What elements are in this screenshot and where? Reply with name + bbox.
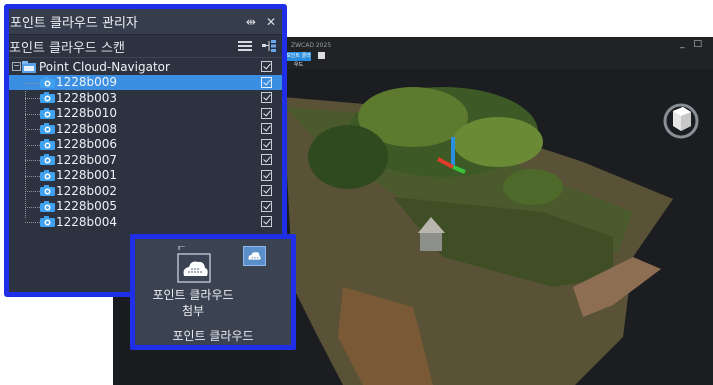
tree-item-label: 1228b008 (56, 121, 118, 136)
tree-item-checkbox[interactable] (261, 154, 272, 165)
point-cloud-ribbon-group: 포인트 클라우드 첨부 포인트 클라우드 (130, 234, 296, 350)
tree-item-checkbox[interactable] (261, 123, 272, 134)
tree-item-scan[interactable]: 1228b009 (9, 74, 282, 90)
pointcloud-small-icon[interactable] (243, 246, 266, 266)
folder-icon (22, 60, 36, 73)
attach-pointcloud-label: 포인트 클라우드 첨부 (141, 287, 245, 319)
tree-connector (25, 191, 40, 192)
scan-camera-icon (40, 200, 55, 212)
tree-item-checkbox[interactable] (261, 169, 272, 181)
panel-title: 포인트 클라우드 관리자 (10, 16, 138, 31)
tree-item-label: 1228b004 (56, 214, 118, 229)
tree-connector (25, 129, 40, 130)
scan-label: 포인트 클라우드 스캔 (9, 40, 125, 56)
tree-connector (25, 113, 40, 115)
tree-root-checkbox[interactable] (261, 61, 272, 72)
tree-item-label: 1228b006 (56, 137, 118, 152)
scan-camera-icon (40, 123, 55, 135)
tree-item-checkbox[interactable] (261, 216, 272, 227)
tree-item-scan[interactable]: 1228b002 (9, 183, 282, 199)
attach-pointcloud-icon[interactable] (173, 246, 217, 286)
scan-camera-icon (40, 76, 55, 88)
tree-item-scan[interactable]: 1228b008 (9, 121, 282, 137)
view-cube-icon[interactable] (661, 99, 701, 143)
tree-item-label: 1228b005 (56, 199, 118, 214)
scan-camera-icon (40, 107, 55, 119)
close-icon[interactable]: ✕ (266, 15, 276, 29)
tree-item-scan[interactable]: 1228b003 (9, 90, 282, 106)
tree-item-label: 1228b009 (56, 75, 118, 90)
tree-item-label: 1228b002 (56, 183, 118, 198)
tree-connector (25, 82, 40, 84)
tree-item-checkbox[interactable] (261, 185, 272, 196)
tree-item-scan[interactable]: 1228b004 (9, 214, 282, 230)
ribbon-group-label: 포인트 클라우드 (172, 329, 254, 343)
tree-connector (25, 160, 40, 161)
scan-camera-icon (40, 185, 55, 197)
tree-item-scan[interactable]: 1228b006 (9, 137, 282, 153)
tree-item-label: 1228b007 (56, 152, 118, 167)
scan-toolbar: 포인트 클라우드 스캔 (9, 35, 282, 58)
tree-connector (25, 206, 40, 208)
attach-label-line2: 첨부 (181, 304, 205, 318)
tree-item-checkbox[interactable] (261, 76, 272, 88)
scan-camera-icon (40, 92, 55, 104)
tree-connector (25, 98, 40, 99)
tree-root-label: Point Cloud-Navigator (39, 59, 170, 74)
panel-header: 포인트 클라우드 관리자 ⇹ ✕ (9, 9, 282, 35)
scan-camera-icon (40, 216, 55, 228)
tree-item-scan[interactable]: 1228b001 (9, 168, 282, 184)
tree-item-label: 1228b001 (56, 168, 118, 183)
attach-label-line1: 포인트 클라우드 (152, 288, 234, 302)
tree-item-checkbox[interactable] (261, 200, 272, 212)
scan-camera-icon (40, 154, 55, 166)
tree-connector (25, 222, 40, 223)
scan-camera-icon (40, 138, 55, 150)
collapse-icon[interactable]: − (12, 62, 21, 72)
tree-connector (25, 144, 40, 146)
tree-item-label: 1228b010 (56, 106, 118, 121)
tree-item-checkbox[interactable] (261, 107, 272, 119)
tree-item-scan[interactable]: 1228b010 (9, 106, 282, 122)
tree-item-label: 1228b003 (56, 90, 118, 105)
tree-icon[interactable] (262, 40, 276, 52)
tree-root-row[interactable]: − Point Cloud-Navigator (9, 59, 282, 75)
pin-icon[interactable]: ⇹ (246, 15, 256, 29)
tree-item-checkbox[interactable] (261, 138, 272, 150)
tree-item-scan[interactable]: 1228b005 (9, 199, 282, 215)
scan-tree: − Point Cloud-Navigator 1228b009 1228b00… (9, 58, 282, 230)
tree-item-scan[interactable]: 1228b007 (9, 152, 282, 168)
list-icon[interactable] (238, 40, 252, 52)
tree-item-checkbox[interactable] (261, 92, 272, 103)
tree-connector (25, 175, 40, 177)
scan-camera-icon (40, 169, 55, 181)
